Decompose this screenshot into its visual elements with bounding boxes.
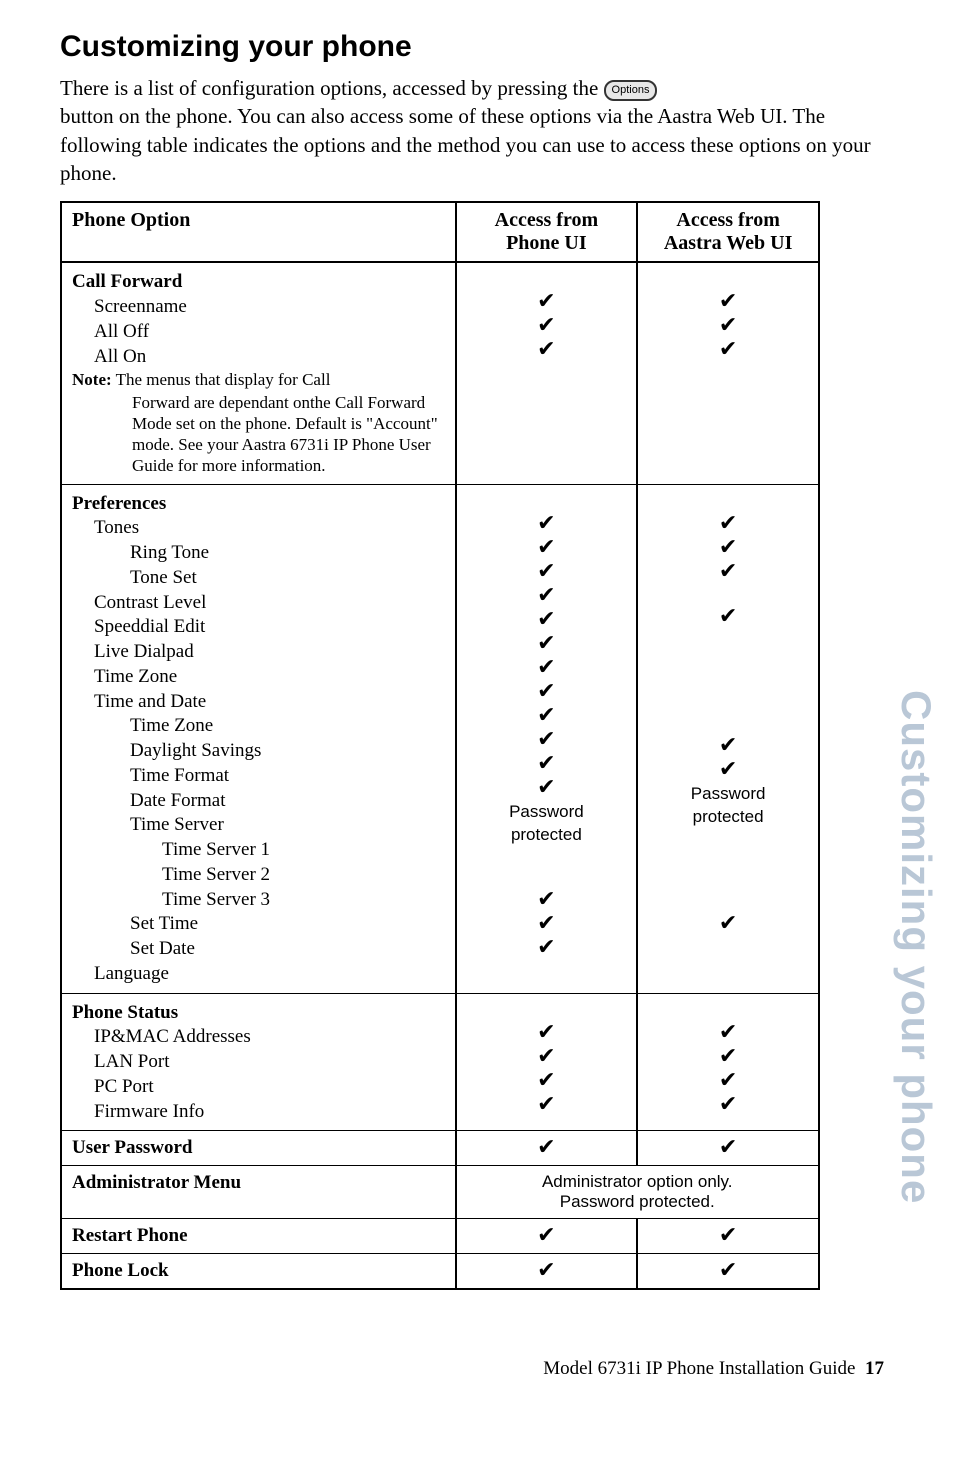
table-row: User Password [61,1131,456,1166]
table-row: Phone Lock [61,1254,456,1290]
th-web-ui: Access from Aastra Web UI [637,202,819,262]
sidebar-title: Customizing your phone [892,690,940,1204]
table-row: Administrator Menu [61,1166,456,1219]
intro-paragraph: There is a list of configuration options… [60,74,894,187]
footer-page-number: 17 [865,1358,884,1379]
th-phone-ui: Access from Phone UI [456,202,638,262]
footer-text: Model 6731i IP Phone Installation Guide [543,1358,855,1379]
table-row: Phone StatusIP&MAC AddressesLAN PortPC P… [61,993,456,1131]
admin-note: Administrator option only.Password prote… [456,1166,819,1219]
options-table: Phone Option Access from Phone UI Access… [60,201,820,1290]
table-row: PreferencesTonesRing ToneTone SetContras… [61,484,456,993]
page-title: Customizing your phone [60,30,894,64]
footer: Model 6731i IP Phone Installation Guide … [543,1358,884,1380]
options-button-chip: Options [604,80,658,101]
table-row: Restart Phone [61,1219,456,1254]
th-option: Phone Option [61,202,456,262]
table-row: Call ForwardScreennameAll OffAll OnNote:… [61,262,456,484]
intro-line-2: button on the phone. You can also access… [60,104,871,185]
intro-line-1: There is a list of configuration options… [60,76,598,100]
